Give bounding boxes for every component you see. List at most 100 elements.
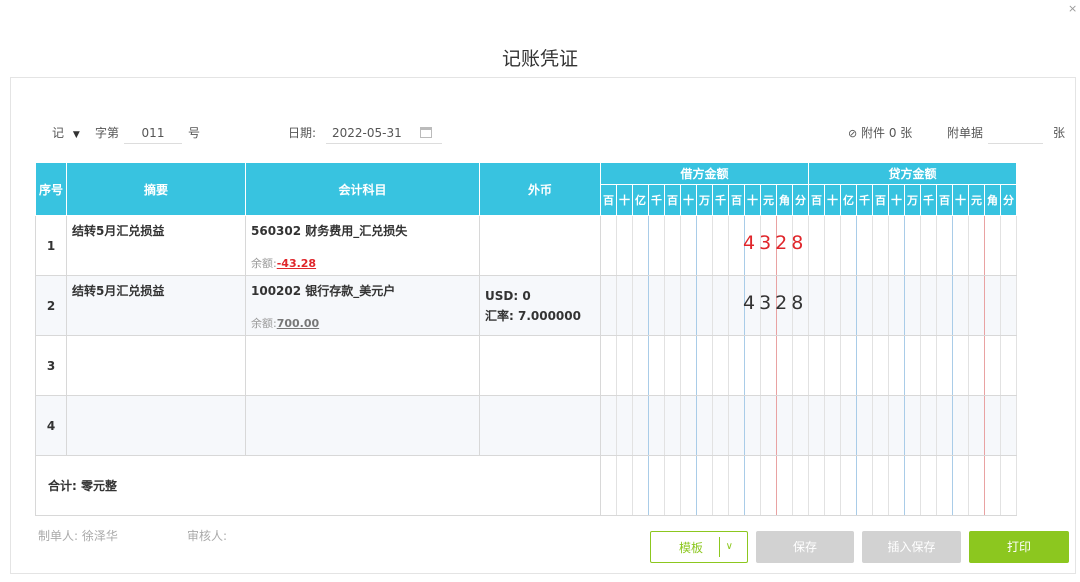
digit-header: 十	[616, 184, 633, 216]
amount-grid-line	[952, 396, 953, 455]
fx-currency: USD: 0	[485, 289, 531, 303]
amount-grid-line	[872, 396, 873, 455]
summary-cell[interactable]: 结转5月汇兑损益	[66, 275, 246, 336]
amount-grid-line	[728, 396, 729, 455]
amount-grid-line	[808, 276, 809, 335]
amount-grid-line	[904, 456, 905, 515]
amount-grid-line	[888, 336, 889, 395]
account-cell[interactable]: 560302 财务费用_汇兑损失 余额:-43.28	[245, 215, 480, 276]
account-cell[interactable]	[245, 335, 480, 396]
debit-amount: 4328	[743, 232, 808, 254]
amount-grid-line	[696, 456, 697, 515]
voucher-number-input[interactable]: 011	[124, 122, 182, 144]
amount-grid-line	[1000, 276, 1001, 335]
table-row[interactable]: 3	[35, 335, 1017, 396]
digit-header: 千	[648, 184, 665, 216]
amount-grid-line	[808, 336, 809, 395]
zi-label: 字第	[95, 126, 120, 140]
hao-label: 号	[188, 126, 201, 140]
amount-grid-line	[616, 396, 617, 455]
amount-grid-line	[712, 276, 713, 335]
amount-grid-line	[648, 216, 649, 275]
row-seq: 3	[35, 335, 67, 396]
amount-grid-line	[840, 456, 841, 515]
date-input[interactable]: 2022-05-31	[326, 122, 442, 144]
digit-header: 十	[952, 184, 969, 216]
amount-grid-line	[712, 336, 713, 395]
amount-grid-line	[616, 336, 617, 395]
table-row[interactable]: 4	[35, 395, 1017, 456]
amount-grid-line	[760, 336, 761, 395]
amount-grid-line	[952, 456, 953, 515]
balance-value[interactable]: -43.28	[277, 257, 316, 270]
voucher-type-select[interactable]: 记 ▼	[52, 122, 80, 144]
amount-cell[interactable]	[600, 335, 1017, 396]
fx-cell[interactable]	[479, 395, 601, 456]
amount-grid-line	[632, 336, 633, 395]
col-seq: 序号	[35, 162, 67, 216]
receipts-input[interactable]	[988, 122, 1043, 144]
template-button[interactable]: 模板 ∨	[650, 531, 748, 563]
digit-header: 元	[968, 184, 985, 216]
amount-grid-line	[680, 456, 681, 515]
amount-grid-line	[696, 216, 697, 275]
paperclip-icon: ⊘	[848, 127, 858, 140]
amount-cell[interactable]	[600, 395, 1017, 456]
save-button[interactable]: 保存	[756, 531, 854, 563]
voucher-table: 序号 摘要 会计科目 外币 借方金额 贷方金额 百十亿千百十万千百十元角分百十亿…	[35, 162, 1017, 516]
amount-grid-line	[872, 336, 873, 395]
table-row[interactable]: 1 结转5月汇兑损益 560302 财务费用_汇兑损失 余额:-43.28 4328	[35, 215, 1017, 276]
table-row[interactable]: 2 结转5月汇兑损益 100202 银行存款_美元户 余额:700.00 USD: 0 汇…	[35, 275, 1017, 336]
insert-save-button[interactable]: 插入保存	[862, 531, 961, 563]
fx-cell[interactable]	[479, 215, 601, 276]
digit-header: 百	[872, 184, 889, 216]
amount-grid-line	[888, 276, 889, 335]
amount-cell[interactable]: 4328	[600, 275, 1017, 336]
digit-header: 十	[744, 184, 761, 216]
summary-cell[interactable]	[66, 335, 246, 396]
amount-grid-line	[968, 396, 969, 455]
amount-grid-line	[904, 396, 905, 455]
amount-grid-line	[1000, 336, 1001, 395]
summary-cell[interactable]: 结转5月汇兑损益	[66, 215, 246, 276]
account-cell[interactable]: 100202 银行存款_美元户 余额:700.00	[245, 275, 480, 336]
total-label: 合计:	[48, 479, 77, 493]
close-icon[interactable]: ×	[1068, 2, 1077, 15]
amount-grid-line	[984, 456, 985, 515]
col-fx: 外币	[479, 162, 601, 216]
amount-grid-line	[696, 336, 697, 395]
amount-grid-line	[824, 276, 825, 335]
amount-grid-line	[616, 276, 617, 335]
amount-grid-line	[824, 336, 825, 395]
amount-grid-line	[632, 456, 633, 515]
amount-grid-line	[888, 216, 889, 275]
account-cell[interactable]	[245, 395, 480, 456]
amount-grid-line	[888, 456, 889, 515]
digit-header: 分	[792, 184, 809, 216]
amount-grid-line	[808, 456, 809, 515]
fx-rate: 汇率: 7.000000	[485, 309, 581, 323]
amount-grid-line	[872, 216, 873, 275]
summary-cell[interactable]	[66, 395, 246, 456]
chevron-down-icon[interactable]: ∨	[718, 537, 733, 557]
amount-grid-line	[904, 216, 905, 275]
balance-value[interactable]: 700.00	[277, 317, 319, 330]
amount-cell[interactable]: 4328	[600, 215, 1017, 276]
row-seq: 1	[35, 215, 67, 276]
amount-grid-line	[680, 216, 681, 275]
print-button[interactable]: 打印	[969, 531, 1069, 563]
amount-grid-line	[936, 336, 937, 395]
calendar-icon[interactable]	[420, 127, 432, 138]
amount-grid-line	[840, 396, 841, 455]
amount-grid-line	[872, 276, 873, 335]
col-credit: 贷方金额	[808, 162, 1017, 185]
amount-grid-line	[920, 456, 921, 515]
col-summary: 摘要	[66, 162, 246, 216]
attachment-link[interactable]: ⊘ 附件 0 张	[848, 122, 912, 144]
amount-grid-line	[728, 456, 729, 515]
dialog-title: 记账凭证	[501, 48, 578, 70]
amount-grid-line	[664, 336, 665, 395]
date-value: 2022-05-31	[332, 126, 402, 140]
fx-cell[interactable]: USD: 0 汇率: 7.000000	[479, 275, 601, 336]
fx-cell[interactable]	[479, 335, 601, 396]
